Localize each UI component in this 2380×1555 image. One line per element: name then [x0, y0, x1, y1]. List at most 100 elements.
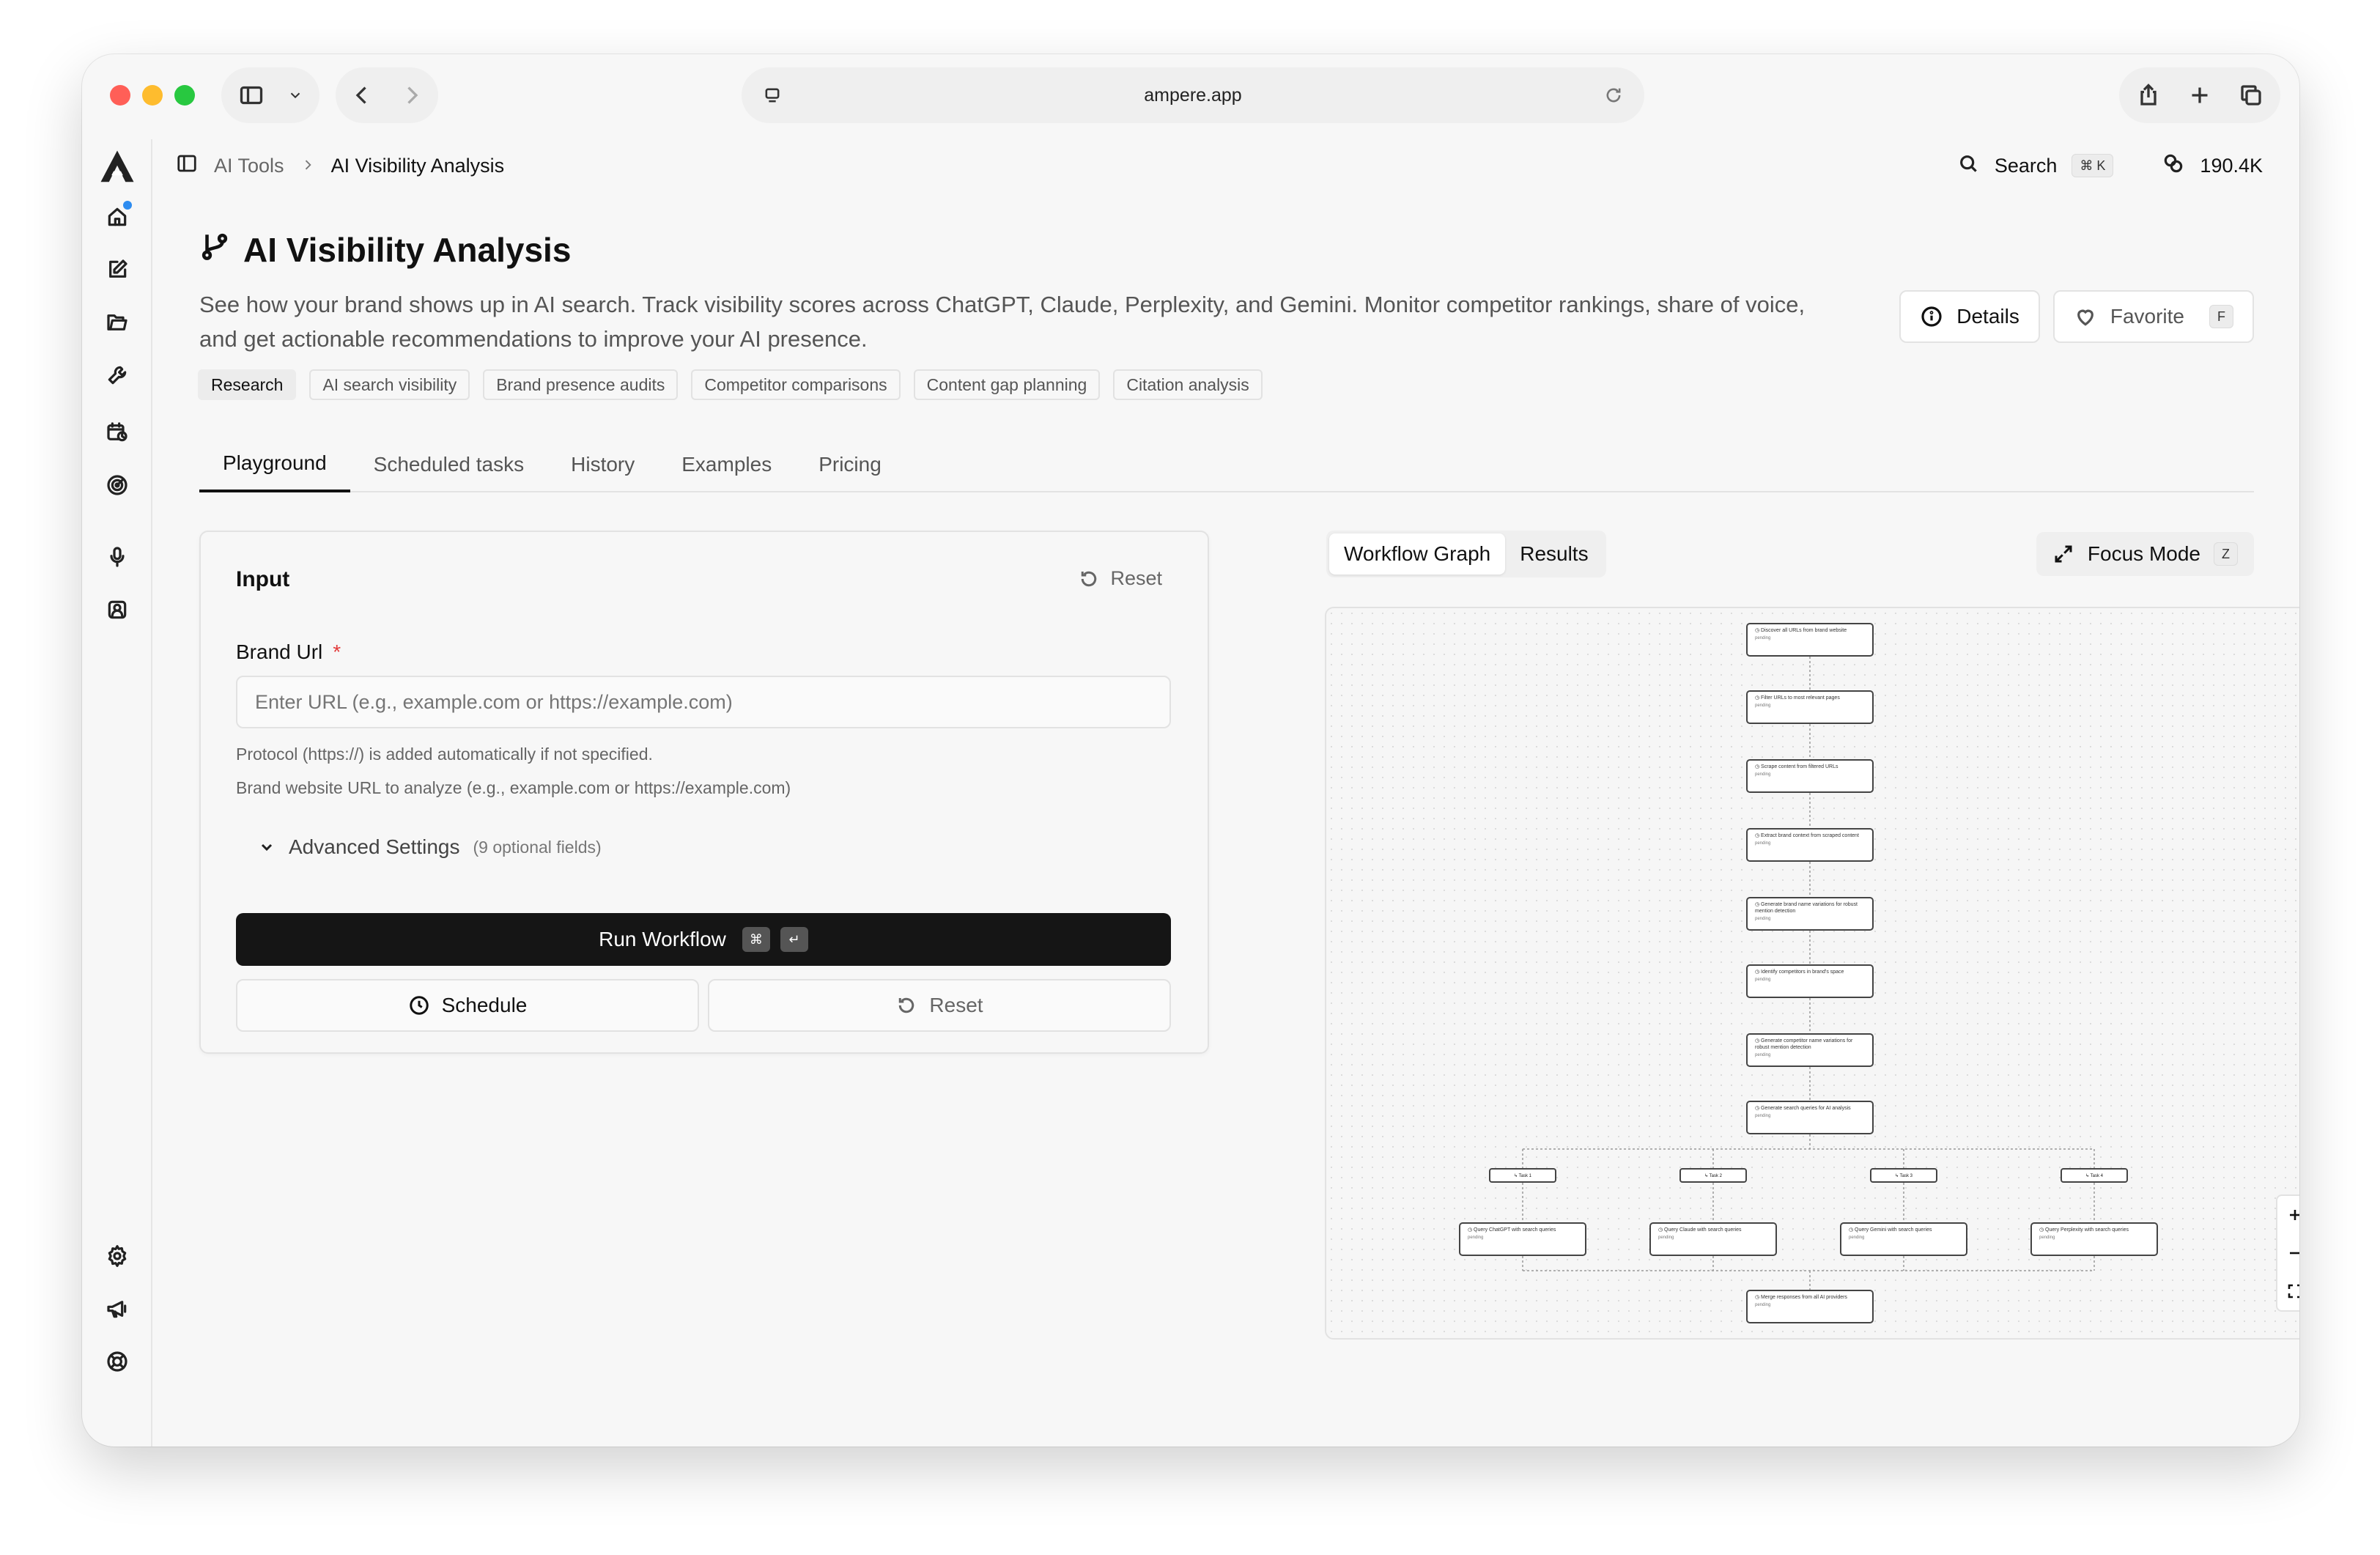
- breadcrumb-parent[interactable]: AI Tools: [214, 155, 284, 177]
- workflow-node[interactable]: ◷ Merge responses from all AI providers p…: [1746, 1290, 1874, 1323]
- reset-button[interactable]: Reset: [708, 979, 1171, 1032]
- workflow-node-label: ◷ Query Perplexity with search queries: [2039, 1227, 2129, 1233]
- back-icon[interactable]: [347, 81, 377, 110]
- address-bar[interactable]: ampere.app: [742, 67, 1644, 123]
- credits-count[interactable]: 190.4K: [2200, 155, 2263, 177]
- zoom-in-button[interactable]: [2277, 1196, 2299, 1234]
- tab-bar: Playground Scheduled tasks History Examp…: [199, 437, 2254, 492]
- workflow-task-node[interactable]: ↳ Task 2: [1679, 1168, 1747, 1183]
- sidebar-item-voice[interactable]: [98, 538, 136, 576]
- workflow-node[interactable]: ◷ Generate search queries for AI analysi…: [1746, 1101, 1874, 1134]
- run-workflow-button[interactable]: Run Workflow ⌘ ↵: [236, 913, 1171, 966]
- workflow-node[interactable]: ◷ Query ChatGPT with search queries pendi…: [1459, 1222, 1586, 1256]
- focus-mode-shortcut: Z: [2214, 542, 2238, 566]
- favorite-shortcut: F: [2209, 305, 2233, 328]
- minimize-window-button[interactable]: [142, 85, 163, 106]
- run-workflow-label: Run Workflow: [599, 928, 726, 950]
- details-label: Details: [1956, 305, 2019, 328]
- reload-icon[interactable]: [1599, 81, 1628, 110]
- url-text[interactable]: ampere.app: [1144, 85, 1241, 106]
- chevron-down-icon[interactable]: [287, 81, 304, 110]
- sidebar-item-edit[interactable]: [98, 251, 136, 289]
- schedule-button[interactable]: Schedule: [236, 979, 699, 1032]
- search-icon[interactable]: [1956, 152, 1980, 180]
- sidebar-item-folder[interactable]: [98, 303, 136, 341]
- forward-icon[interactable]: [397, 81, 426, 110]
- tab-overview-icon[interactable]: [2236, 81, 2266, 110]
- tag[interactable]: Competitor comparisons: [691, 369, 901, 400]
- tab-pricing[interactable]: Pricing: [795, 437, 905, 492]
- sidebar-item-settings[interactable]: [98, 1237, 136, 1275]
- tab-history[interactable]: History: [547, 437, 658, 492]
- workflow-node[interactable]: ◷ Query Perplexity with search queries pe…: [2030, 1222, 2158, 1256]
- search-button[interactable]: Search: [1995, 155, 2058, 177]
- tag[interactable]: Citation analysis: [1113, 369, 1263, 400]
- tab-results[interactable]: Results: [1505, 533, 1603, 575]
- git-branch-icon: [199, 230, 230, 270]
- clock-icon: [409, 996, 429, 1015]
- workflow-node[interactable]: ◷ Generate brand name variations for rob…: [1746, 897, 1874, 931]
- sidebar-item-tools[interactable]: [98, 356, 136, 394]
- tag[interactable]: Research: [198, 369, 297, 400]
- favorite-label: Favorite: [2110, 305, 2184, 328]
- sidebar-item-schedule[interactable]: [98, 413, 136, 451]
- input-reset-button[interactable]: Reset: [1078, 567, 1162, 590]
- sidebar-item-home[interactable]: [98, 198, 136, 236]
- app-sidebar: M: [82, 139, 152, 1447]
- focus-mode-button[interactable]: Focus Mode Z: [2036, 532, 2254, 576]
- workflow-node[interactable]: ◷ Extract brand context from scraped con…: [1746, 828, 1874, 862]
- workflow-node[interactable]: ◷ Discover all URLs from brand website pe…: [1746, 623, 1874, 657]
- tag[interactable]: Content gap planning: [913, 369, 1101, 400]
- sidebar-item-radar[interactable]: [98, 466, 136, 504]
- panel-toggle-icon[interactable]: [176, 152, 198, 180]
- tab-scheduled-tasks[interactable]: Scheduled tasks: [350, 437, 547, 492]
- workflow-node[interactable]: ◷ Query Gemini with search queries pendin…: [1840, 1222, 1967, 1256]
- breadcrumb: AI Tools AI Visibility Analysis: [176, 151, 504, 180]
- details-button[interactable]: Details: [1899, 290, 2040, 343]
- workflow-node[interactable]: ◷ Filter URLs to most relevant pages pend…: [1746, 690, 1874, 724]
- chevron-down-icon: [261, 843, 273, 852]
- zoom-out-button[interactable]: [2277, 1234, 2299, 1272]
- workflow-node[interactable]: ◷ Scrape content from filtered URLs pendi…: [1746, 759, 1874, 793]
- workflow-task-node[interactable]: ↳ Task 3: [1870, 1168, 1937, 1183]
- advanced-settings-label: Advanced Settings: [289, 835, 460, 858]
- tab-examples[interactable]: Examples: [658, 437, 795, 492]
- lifebuoy-icon: [107, 1351, 128, 1372]
- fit-view-button[interactable]: [2277, 1272, 2299, 1310]
- favorite-button[interactable]: Favorite F: [2052, 290, 2254, 343]
- sidebar-item-announcements[interactable]: [98, 1290, 136, 1328]
- app-logo-icon[interactable]: [95, 145, 139, 189]
- calendar-clock-icon: [107, 422, 128, 442]
- reset-icon: [1082, 571, 1097, 586]
- brand-url-input[interactable]: [236, 676, 1171, 728]
- sidebar-toggle-icon[interactable]: [237, 81, 266, 110]
- workflow-node-label: ◷ Query Claude with search queries: [1658, 1227, 1742, 1233]
- tab-workflow-graph[interactable]: Workflow Graph: [1329, 533, 1506, 575]
- new-tab-icon[interactable]: [2185, 81, 2214, 110]
- page-title-text: AI Visibility Analysis: [243, 231, 572, 269]
- sidebar-item-contacts[interactable]: [98, 591, 136, 629]
- advanced-settings-toggle[interactable]: Advanced Settings (9 optional fields): [258, 835, 602, 859]
- breadcrumb-current: AI Visibility Analysis: [330, 154, 505, 177]
- workflow-node[interactable]: ◷ Query Claude with search queries pendin…: [1649, 1222, 1777, 1256]
- share-icon[interactable]: [2134, 81, 2163, 110]
- tag[interactable]: Brand presence audits: [483, 369, 679, 400]
- header-buttons: Details Favorite F: [1899, 290, 2254, 343]
- workflow-node[interactable]: ◷ Identify competitors in brand's space p…: [1746, 964, 1874, 998]
- sidebar-item-help[interactable]: [98, 1342, 136, 1381]
- workflow-graph-canvas[interactable]: ◷ Discover all URLs from brand website pe…: [1325, 607, 2299, 1340]
- tag[interactable]: AI search visibility: [309, 369, 470, 400]
- workflow-task-node[interactable]: ↳ Task 4: [2061, 1168, 2128, 1183]
- workflow-node[interactable]: ◷ Generate competitor name variations fo…: [1746, 1033, 1874, 1067]
- search-shortcut: ⌘ K: [2072, 154, 2114, 177]
- workflow-node-status: pending: [1468, 1235, 1484, 1240]
- tab-playground[interactable]: Playground: [199, 437, 350, 492]
- workflow-node-status: pending: [2039, 1235, 2055, 1240]
- close-window-button[interactable]: [110, 85, 130, 106]
- page-settings-icon[interactable]: [758, 81, 787, 110]
- sidebar-toggle-group[interactable]: [221, 67, 319, 123]
- title-bar: ampere.app: [82, 54, 2299, 139]
- workflow-task-node[interactable]: ↳ Task 1: [1489, 1168, 1556, 1183]
- maximize-window-button[interactable]: [174, 85, 195, 106]
- minus-icon: [2290, 1252, 2299, 1255]
